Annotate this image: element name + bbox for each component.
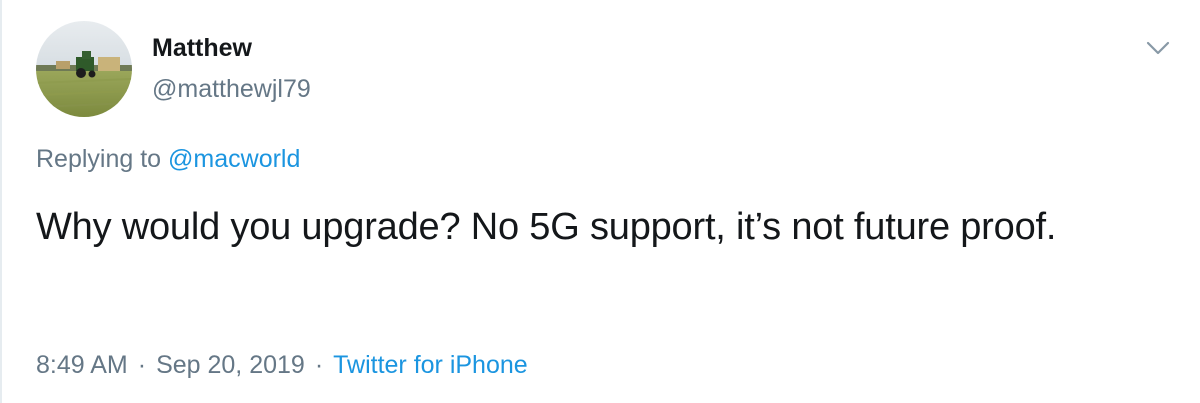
author-display-name[interactable]: Matthew	[152, 32, 252, 64]
reply-mention-link[interactable]: @macworld	[168, 145, 300, 173]
chevron-down-icon	[1146, 41, 1170, 55]
author-handle[interactable]: @matthewjl79	[152, 73, 311, 105]
tweet-source-link[interactable]: Twitter for iPhone	[333, 351, 528, 379]
tweet-date[interactable]: Sep 20, 2019	[156, 351, 305, 379]
tweet-time[interactable]: 8:49 AM	[36, 351, 128, 379]
replying-to-label: Replying to	[36, 145, 162, 173]
meta-separator: ·	[314, 351, 324, 379]
profile-avatar[interactable]	[36, 21, 132, 117]
tweet-meta: 8:49 AM · Sep 20, 2019 · Twitter for iPhone	[36, 349, 528, 381]
tweet-card: Matthew @matthewjl79 Replying to @macwor…	[0, 0, 1200, 403]
meta-separator: ·	[137, 351, 147, 379]
more-options-button[interactable]	[1138, 30, 1178, 66]
replying-to-line: Replying to @macworld	[36, 143, 300, 175]
avatar-photo-icon	[36, 21, 132, 117]
tweet-text: Why would you upgrade? No 5G support, it…	[36, 206, 1057, 248]
